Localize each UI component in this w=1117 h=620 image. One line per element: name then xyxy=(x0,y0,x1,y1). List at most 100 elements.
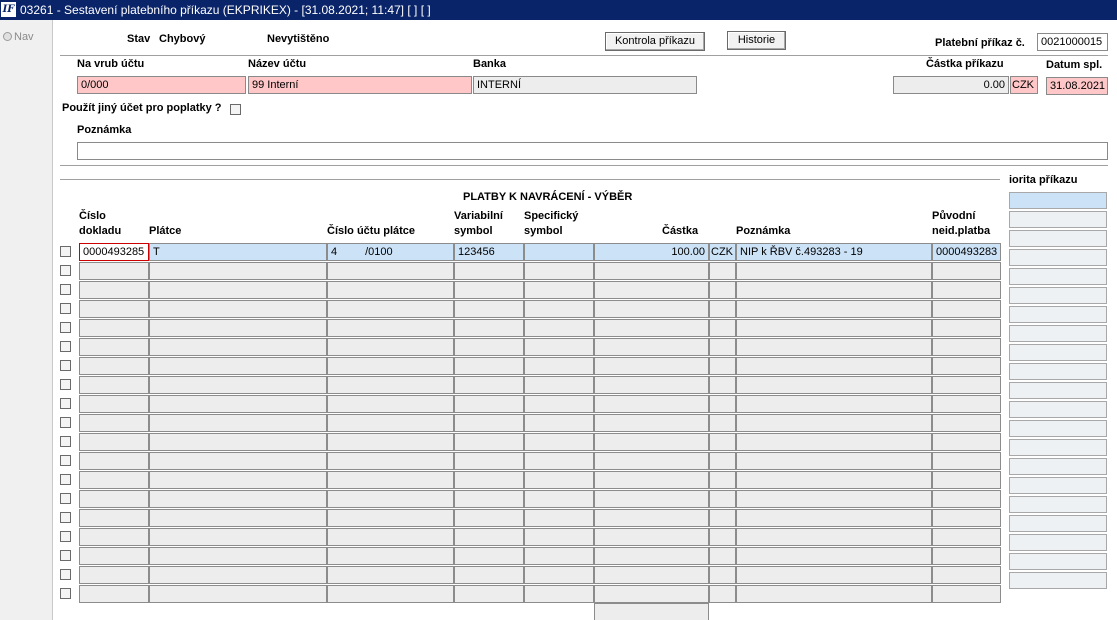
cell-variabilni[interactable] xyxy=(454,490,524,508)
cell-cislo-uctu[interactable] xyxy=(327,338,454,356)
row-select-checkbox[interactable] xyxy=(60,474,71,485)
cell-variabilni[interactable] xyxy=(454,395,524,413)
cell-cislo-dokladu[interactable] xyxy=(79,357,149,375)
cell-variabilni[interactable] xyxy=(454,414,524,432)
priority-cell[interactable] xyxy=(1009,420,1107,437)
cell-cislo-dokladu[interactable] xyxy=(79,319,149,337)
cell-cislo-dokladu[interactable]: 0000493285 xyxy=(79,243,149,261)
cell-platce[interactable] xyxy=(149,414,327,432)
cell-platce[interactable] xyxy=(149,509,327,527)
cell-variabilni[interactable]: 123456 xyxy=(454,243,524,261)
cell-poznamka[interactable] xyxy=(736,281,932,299)
nav-toggle[interactable]: Nav xyxy=(3,31,34,43)
cell-variabilni[interactable] xyxy=(454,433,524,451)
row-select-checkbox[interactable] xyxy=(60,531,71,542)
cell-puvodni[interactable]: 0000493283 xyxy=(932,243,1001,261)
cell-poznamka[interactable] xyxy=(736,414,932,432)
cell-castka[interactable] xyxy=(594,547,709,565)
cell-castka[interactable] xyxy=(594,452,709,470)
cell-specificky[interactable] xyxy=(524,319,594,337)
cell-puvodni[interactable] xyxy=(932,338,1001,356)
cell-mena[interactable] xyxy=(709,452,736,470)
priority-cell[interactable] xyxy=(1009,572,1107,589)
cell-cislo-dokladu[interactable] xyxy=(79,452,149,470)
cell-cislo-dokladu[interactable] xyxy=(79,414,149,432)
cell-specificky[interactable] xyxy=(524,281,594,299)
priority-cell[interactable] xyxy=(1009,192,1107,209)
cell-cislo-uctu[interactable] xyxy=(327,433,454,451)
mena-field[interactable]: CZK xyxy=(1010,76,1038,94)
cell-cislo-dokladu[interactable] xyxy=(79,471,149,489)
cell-cislo-dokladu[interactable] xyxy=(79,433,149,451)
cell-mena[interactable] xyxy=(709,528,736,546)
na-vrub-uctu-field[interactable]: 0/000 xyxy=(77,76,246,94)
cell-platce[interactable] xyxy=(149,433,327,451)
priority-cell[interactable] xyxy=(1009,515,1107,532)
cell-poznamka[interactable] xyxy=(736,357,932,375)
cell-mena[interactable] xyxy=(709,566,736,584)
cell-poznamka[interactable] xyxy=(736,433,932,451)
cell-cislo-uctu[interactable] xyxy=(327,547,454,565)
cell-specificky[interactable] xyxy=(524,357,594,375)
cell-cislo-dokladu[interactable] xyxy=(79,376,149,394)
cell-poznamka[interactable] xyxy=(736,452,932,470)
cell-mena[interactable] xyxy=(709,300,736,318)
cell-poznamka[interactable] xyxy=(736,547,932,565)
cell-platce[interactable] xyxy=(149,585,327,603)
nazev-uctu-field[interactable]: 99 Interní xyxy=(248,76,472,94)
priority-cell[interactable] xyxy=(1009,534,1107,551)
cell-castka[interactable] xyxy=(594,376,709,394)
cell-puvodni[interactable] xyxy=(932,357,1001,375)
cell-platce[interactable] xyxy=(149,566,327,584)
cell-cislo-uctu[interactable] xyxy=(327,471,454,489)
cell-mena[interactable] xyxy=(709,376,736,394)
cell-mena[interactable] xyxy=(709,395,736,413)
cell-cislo-uctu[interactable] xyxy=(327,585,454,603)
cell-variabilni[interactable] xyxy=(454,452,524,470)
cell-variabilni[interactable] xyxy=(454,566,524,584)
cell-platce[interactable] xyxy=(149,395,327,413)
cell-specificky[interactable] xyxy=(524,471,594,489)
kontrola-prikazu-button[interactable]: Kontrola příkazu xyxy=(605,32,705,51)
cell-platce[interactable] xyxy=(149,471,327,489)
row-select-checkbox[interactable] xyxy=(60,303,71,314)
priority-cell[interactable] xyxy=(1009,344,1107,361)
cell-platce[interactable] xyxy=(149,281,327,299)
cell-cislo-dokladu[interactable] xyxy=(79,300,149,318)
cell-poznamka[interactable] xyxy=(736,300,932,318)
row-select-checkbox[interactable] xyxy=(60,360,71,371)
cell-mena[interactable] xyxy=(709,433,736,451)
cell-cislo-uctu[interactable] xyxy=(327,452,454,470)
cell-platce[interactable] xyxy=(149,376,327,394)
cell-castka[interactable] xyxy=(594,528,709,546)
cell-mena[interactable] xyxy=(709,357,736,375)
cell-variabilni[interactable] xyxy=(454,319,524,337)
cell-cislo-uctu[interactable] xyxy=(327,414,454,432)
cell-poznamka[interactable]: NIP k ŘBV č.493283 - 19 xyxy=(736,243,932,261)
cell-platce[interactable] xyxy=(149,338,327,356)
cell-poznamka[interactable] xyxy=(736,471,932,489)
cell-poznamka[interactable] xyxy=(736,319,932,337)
cell-puvodni[interactable] xyxy=(932,490,1001,508)
cell-poznamka[interactable] xyxy=(736,338,932,356)
row-select-checkbox[interactable] xyxy=(60,493,71,504)
cell-puvodni[interactable] xyxy=(932,319,1001,337)
cell-specificky[interactable] xyxy=(524,566,594,584)
cell-cislo-dokladu[interactable] xyxy=(79,528,149,546)
priority-cell[interactable] xyxy=(1009,306,1107,323)
cell-mena[interactable] xyxy=(709,490,736,508)
cell-castka[interactable] xyxy=(594,357,709,375)
cell-platce[interactable] xyxy=(149,547,327,565)
cell-cislo-dokladu[interactable] xyxy=(79,490,149,508)
cell-castka[interactable] xyxy=(594,566,709,584)
cell-specificky[interactable] xyxy=(524,395,594,413)
cell-cislo-uctu[interactable] xyxy=(327,376,454,394)
cell-specificky[interactable] xyxy=(524,414,594,432)
cell-cislo-uctu[interactable]: 4/0100 xyxy=(327,243,454,261)
cell-specificky[interactable] xyxy=(524,300,594,318)
cell-specificky[interactable] xyxy=(524,376,594,394)
cell-cislo-dokladu[interactable] xyxy=(79,509,149,527)
cell-variabilni[interactable] xyxy=(454,471,524,489)
cell-castka[interactable] xyxy=(594,414,709,432)
cell-puvodni[interactable] xyxy=(932,300,1001,318)
